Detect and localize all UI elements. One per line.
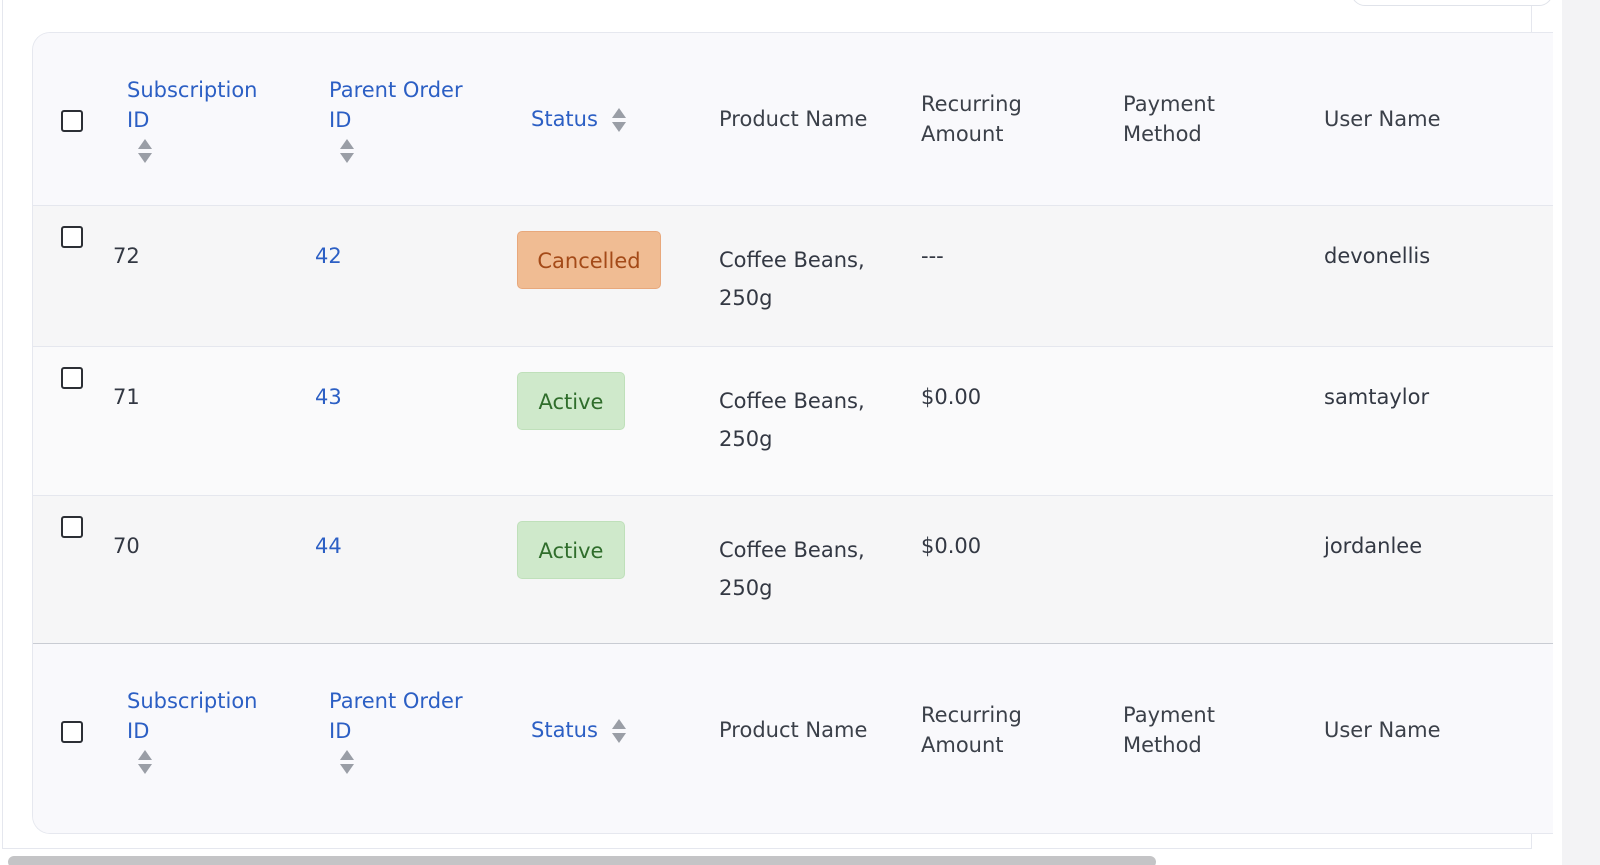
sort-updown-icon[interactable] <box>339 749 355 775</box>
row-checkbox[interactable] <box>61 226 83 248</box>
column-header-payment-method: Payment Method <box>1123 89 1215 149</box>
column-header-label: ID <box>127 719 150 743</box>
column-header-status[interactable]: Status <box>531 715 627 745</box>
column-header-user-name: User Name <box>1324 718 1441 742</box>
product-name-line: 250g <box>719 576 773 600</box>
sort-updown-icon[interactable] <box>137 138 153 164</box>
recurring-amount-cell: --- <box>921 244 944 268</box>
page-scroll-gutter <box>1562 0 1600 865</box>
subscription-id-cell: 71 <box>113 385 140 409</box>
sort-updown-icon[interactable] <box>339 138 355 164</box>
table-row: 70 44 Active Coffee Beans, 250g $0.00 jo… <box>33 496 1553 644</box>
product-name-cell: Coffee Beans, 250g <box>719 241 865 317</box>
column-header-label: Status <box>531 718 598 742</box>
column-header-product-name: Product Name <box>719 718 868 742</box>
column-header-label: Parent Order <box>329 78 463 102</box>
sort-updown-icon[interactable] <box>137 749 153 775</box>
column-header-label: Amount <box>921 122 1004 146</box>
status-badge: Active <box>517 372 625 430</box>
horizontal-scrollbar-thumb[interactable] <box>8 856 1156 865</box>
column-header-recurring-amount: Recurring Amount <box>921 89 1022 149</box>
column-header-label: Recurring <box>921 703 1022 727</box>
status-badge: Cancelled <box>517 231 661 289</box>
product-name-cell: Coffee Beans, 250g <box>719 382 865 458</box>
sort-updown-icon[interactable] <box>611 718 627 744</box>
column-header-label: Subscription <box>127 689 258 713</box>
column-header-label: Method <box>1123 122 1202 146</box>
parent-order-link[interactable]: 43 <box>315 382 342 412</box>
select-all-checkbox[interactable] <box>61 721 83 743</box>
product-name-line: 250g <box>719 427 773 451</box>
table-row: 71 43 Active Coffee Beans, 250g $0.00 sa… <box>33 347 1553 496</box>
product-name-line: Coffee Beans, <box>719 538 865 562</box>
status-badge: Active <box>517 521 625 579</box>
column-header-parent-order-id[interactable]: Parent Order ID <box>329 686 463 776</box>
column-header-label: Subscription <box>127 78 258 102</box>
column-header-label: Status <box>531 107 598 131</box>
table-row: 72 42 Cancelled Coffee Beans, 250g --- d… <box>33 206 1553 347</box>
column-header-label: ID <box>329 108 352 132</box>
product-name-line: 250g <box>719 286 773 310</box>
column-header-label: ID <box>329 719 352 743</box>
recurring-amount-cell: $0.00 <box>921 534 982 558</box>
row-checkbox[interactable] <box>61 516 83 538</box>
parent-order-link[interactable]: 42 <box>315 241 342 271</box>
product-name-line: Coffee Beans, <box>719 248 865 272</box>
column-header-recurring-amount: Recurring Amount <box>921 700 1022 760</box>
select-all-checkbox[interactable] <box>61 110 83 132</box>
column-header-payment-method: Payment Method <box>1123 700 1215 760</box>
sort-updown-icon[interactable] <box>611 107 627 133</box>
column-header-product-name: Product Name <box>719 107 868 131</box>
column-header-status[interactable]: Status <box>531 104 627 134</box>
column-header-subscription-id[interactable]: Subscription ID <box>127 686 257 776</box>
top-control[interactable] <box>1351 0 1553 6</box>
table-footer: Subscription ID Parent Order ID Status P… <box>33 644 1553 833</box>
column-header-label: Payment <box>1123 703 1215 727</box>
user-name-cell: devonellis <box>1324 244 1431 268</box>
column-header-subscription-id[interactable]: Subscription ID <box>127 75 257 165</box>
subscription-id-cell: 70 <box>113 534 140 558</box>
row-checkbox[interactable] <box>61 367 83 389</box>
user-name-cell: jordanlee <box>1324 534 1423 558</box>
recurring-amount-cell: $0.00 <box>921 385 982 409</box>
user-name-cell: samtaylor <box>1324 385 1430 409</box>
subscriptions-table: Subscription ID Parent Order ID Status P… <box>32 32 1553 834</box>
column-header-label: Payment <box>1123 92 1215 116</box>
column-header-parent-order-id[interactable]: Parent Order ID <box>329 75 463 165</box>
subscriptions-page: Subscription ID Parent Order ID Status P… <box>0 0 1600 865</box>
parent-order-link[interactable]: 44 <box>315 531 342 561</box>
column-header-label: Amount <box>921 733 1004 757</box>
column-header-label: ID <box>127 108 150 132</box>
table-header: Subscription ID Parent Order ID Status P… <box>33 33 1553 206</box>
column-header-user-name: User Name <box>1324 107 1441 131</box>
product-name-cell: Coffee Beans, 250g <box>719 531 865 607</box>
subscription-id-cell: 72 <box>113 244 140 268</box>
product-name-line: Coffee Beans, <box>719 389 865 413</box>
column-header-label: Parent Order <box>329 689 463 713</box>
column-header-label: Method <box>1123 733 1202 757</box>
column-header-label: Recurring <box>921 92 1022 116</box>
